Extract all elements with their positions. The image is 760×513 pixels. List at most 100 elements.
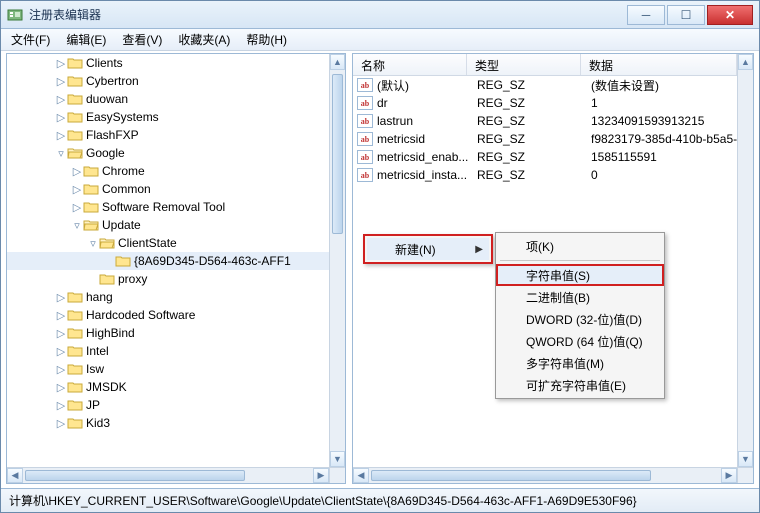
expand-toggle[interactable]: ▷ (55, 381, 67, 394)
expand-toggle[interactable]: ▷ (55, 291, 67, 304)
tree-node[interactable]: ▿ Google (7, 144, 329, 162)
submenu-item-expand[interactable]: 可扩充字符串值(E) (498, 374, 662, 396)
minimize-button[interactable]: ─ (627, 5, 665, 25)
column-headers[interactable]: 名称 类型 数据 (353, 54, 737, 76)
value-row[interactable]: ab(默认)REG_SZ(数值未设置) (353, 76, 737, 94)
tree-node[interactable]: ▷Cybertron (7, 72, 329, 90)
tree-node[interactable]: proxy (7, 270, 329, 288)
tree-node[interactable]: ▷ hang (7, 288, 329, 306)
folder-icon (67, 92, 83, 106)
expand-toggle[interactable] (87, 273, 99, 285)
submenu-item-binary[interactable]: 二进制值(B) (498, 286, 662, 308)
string-value-icon: ab (357, 168, 373, 182)
submenu-item-key[interactable]: 项(K) (498, 235, 662, 257)
scroll-up-icon[interactable]: ▲ (330, 54, 345, 70)
menu-separator (500, 260, 660, 261)
value-name: metricsid (377, 132, 425, 146)
tree-node[interactable]: ▷Chrome (7, 162, 329, 180)
submenu-item-qword[interactable]: QWORD (64 位)值(Q) (498, 330, 662, 352)
tree-scrollbar-horizontal[interactable]: ◀ ▶ (7, 467, 329, 483)
tree-node[interactable]: ▷Hardcoded Software (7, 306, 329, 324)
list-scrollbar-horizontal[interactable]: ◀ ▶ (353, 467, 737, 483)
tree-node[interactable]: ▷FlashFXP (7, 126, 329, 144)
tree-node[interactable]: ▷Clients (7, 54, 329, 72)
tree-node[interactable]: ▷Intel (7, 342, 329, 360)
submenu-item-multi[interactable]: 多字符串值(M) (498, 352, 662, 374)
submenu-label: DWORD (32-位)值(D) (526, 311, 642, 328)
tree-scrollbar-vertical[interactable]: ▲ ▼ (329, 54, 345, 467)
expand-toggle[interactable]: ▷ (55, 57, 67, 70)
menu-view[interactable]: 查看(V) (116, 29, 168, 50)
scroll-right-icon[interactable]: ▶ (313, 468, 329, 483)
value-name: dr (377, 96, 388, 110)
tree-node[interactable]: ▷Isw (7, 360, 329, 378)
menu-file[interactable]: 文件(F) (5, 29, 56, 50)
expand-toggle[interactable]: ▷ (55, 75, 67, 88)
value-row[interactable]: abmetricsid_enab...REG_SZ1585115591 (353, 148, 737, 166)
scroll-up-icon[interactable]: ▲ (738, 54, 753, 70)
value-row[interactable]: abmetricsidREG_SZf9823179-385d-410b-b5a5… (353, 130, 737, 148)
tree-view[interactable]: ▷Clients▷Cybertron▷duowan▷EasySystems▷Fl… (7, 54, 329, 467)
close-button[interactable]: ✕ (707, 5, 753, 25)
col-data[interactable]: 数据 (581, 54, 737, 75)
menu-edit[interactable]: 编辑(E) (60, 29, 112, 50)
submenu-item-string[interactable]: 字符串值(S) (496, 264, 664, 286)
tree-node[interactable]: ▷JMSDK (7, 378, 329, 396)
submenu-item-dword[interactable]: DWORD (32-位)值(D) (498, 308, 662, 330)
expand-toggle[interactable]: ▷ (55, 327, 67, 340)
value-data: 1 (585, 96, 737, 110)
scroll-down-icon[interactable]: ▼ (330, 451, 345, 467)
expand-toggle[interactable]: ▷ (55, 129, 67, 142)
expand-toggle[interactable]: ▷ (55, 111, 67, 124)
scroll-thumb-h[interactable] (371, 470, 651, 481)
tree-node-label: Google (86, 146, 125, 160)
tree-node[interactable]: ▷duowan (7, 90, 329, 108)
tree-node[interactable]: ▷EasySystems (7, 108, 329, 126)
value-row[interactable]: ablastrunREG_SZ13234091593913215 (353, 112, 737, 130)
folder-icon (67, 128, 83, 142)
maximize-button[interactable]: ☐ (667, 5, 705, 25)
tree-node-label: {8A69D345-D564-463c-AFF1 (134, 254, 291, 268)
col-name[interactable]: 名称 (353, 54, 467, 75)
expand-toggle[interactable]: ▿ (87, 237, 99, 250)
scroll-thumb[interactable] (332, 74, 343, 234)
expand-toggle[interactable]: ▷ (55, 309, 67, 322)
expand-toggle[interactable]: ▷ (55, 399, 67, 412)
value-name: metricsid_enab... (377, 150, 468, 164)
expand-toggle[interactable]: ▷ (55, 93, 67, 106)
tree-node[interactable]: ▿Update (7, 216, 329, 234)
expand-toggle[interactable]: ▷ (55, 417, 67, 430)
tree-node[interactable]: ▷Common (7, 180, 329, 198)
value-row[interactable]: abdrREG_SZ1 (353, 94, 737, 112)
scroll-down-icon[interactable]: ▼ (738, 451, 753, 467)
expand-toggle[interactable] (103, 255, 115, 267)
expand-toggle[interactable]: ▷ (71, 165, 83, 178)
tree-node[interactable]: ▷JP (7, 396, 329, 414)
submenu-label: 项(K) (526, 238, 554, 255)
expand-toggle[interactable]: ▷ (71, 201, 83, 214)
list-scrollbar-vertical[interactable]: ▲ ▼ (737, 54, 753, 467)
expand-toggle[interactable]: ▷ (55, 345, 67, 358)
menu-item-new[interactable]: 新建(N) ▶ (367, 238, 489, 260)
value-row[interactable]: abmetricsid_insta...REG_SZ0 (353, 166, 737, 184)
tree-node[interactable]: ▷Kid3 (7, 414, 329, 432)
expand-toggle[interactable]: ▿ (55, 147, 67, 160)
menu-favorites[interactable]: 收藏夹(A) (172, 29, 236, 50)
menu-help[interactable]: 帮助(H) (240, 29, 293, 50)
tree-node[interactable]: ▷Software Removal Tool (7, 198, 329, 216)
tree-node-label: hang (86, 290, 113, 304)
submenu-label: 可扩充字符串值(E) (526, 377, 626, 394)
string-value-icon: ab (357, 150, 373, 164)
scroll-thumb-h[interactable] (25, 470, 245, 481)
scroll-right-icon[interactable]: ▶ (721, 468, 737, 483)
submenu-arrow-icon: ▶ (475, 244, 483, 255)
tree-node[interactable]: ▷HighBind (7, 324, 329, 342)
scroll-left-icon[interactable]: ◀ (353, 468, 369, 483)
col-type[interactable]: 类型 (467, 54, 581, 75)
scroll-left-icon[interactable]: ◀ (7, 468, 23, 483)
expand-toggle[interactable]: ▷ (71, 183, 83, 196)
tree-node[interactable]: {8A69D345-D564-463c-AFF1 (7, 252, 329, 270)
expand-toggle[interactable]: ▷ (55, 363, 67, 376)
tree-node[interactable]: ▿ClientState (7, 234, 329, 252)
expand-toggle[interactable]: ▿ (71, 219, 83, 232)
